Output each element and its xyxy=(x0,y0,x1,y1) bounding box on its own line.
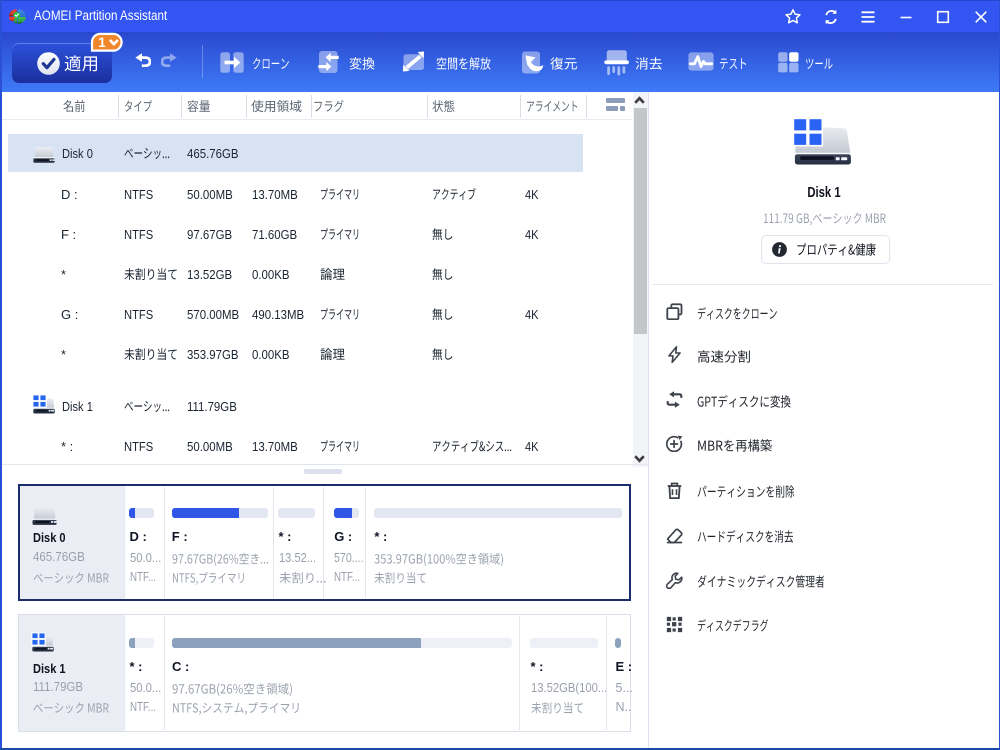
svg-text:1: 1 xyxy=(98,35,106,50)
